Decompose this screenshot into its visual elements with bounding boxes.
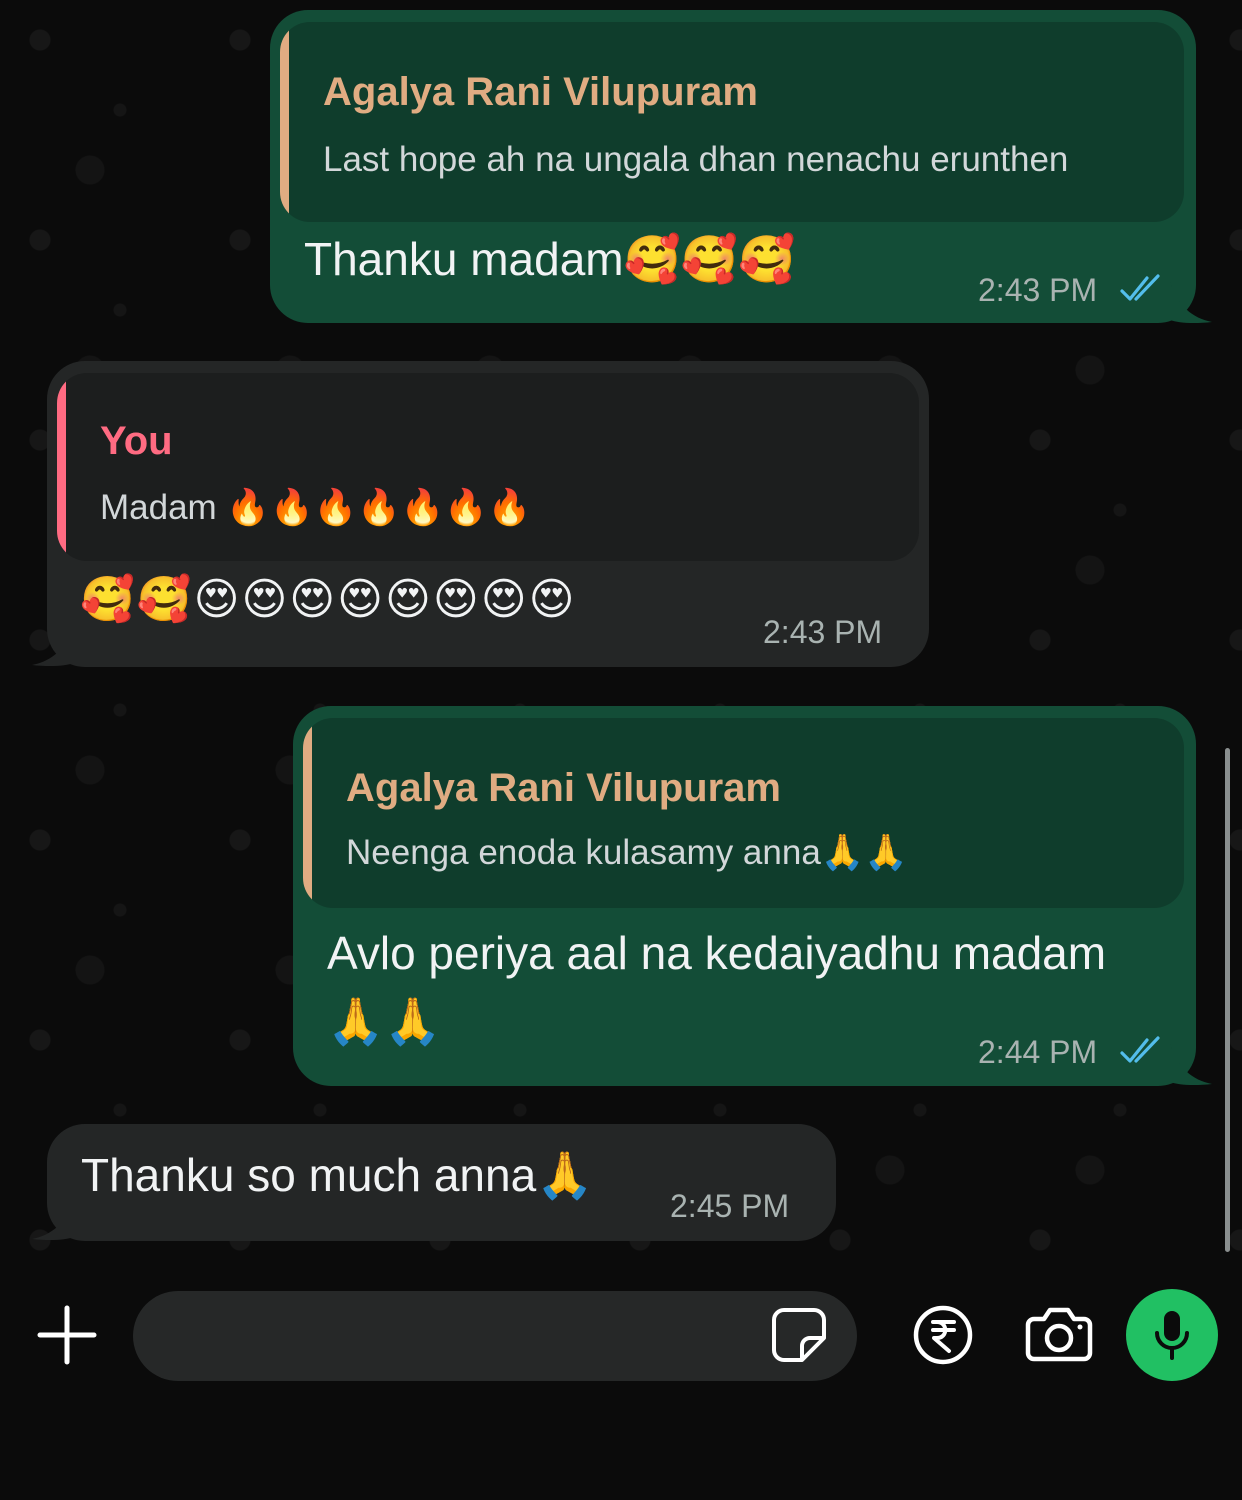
- quote-text: Neenga enoda kulasamy anna🙏🙏: [346, 833, 908, 872]
- scrollbar[interactable]: [1225, 748, 1230, 1252]
- quoted-message[interactable]: Agalya Rani Vilupuram Last hope ah na un…: [280, 22, 1184, 222]
- message-bubble-incoming[interactable]: Thanku so much anna🙏 2:45 PM: [47, 1124, 836, 1241]
- rupee-payment-icon[interactable]: [912, 1304, 974, 1366]
- plus-icon[interactable]: [36, 1304, 98, 1366]
- read-ticks-icon: [1120, 1036, 1160, 1063]
- message-bubble-outgoing[interactable]: Agalya Rani Vilupuram Neenga enoda kulas…: [293, 706, 1196, 1086]
- microphone-icon: [1155, 1311, 1189, 1360]
- bubble-tail: [32, 625, 74, 667]
- read-ticks-icon: [1120, 274, 1160, 301]
- message-text-line-2: 🙏🙏: [327, 995, 442, 1047]
- mic-button[interactable]: [1126, 1289, 1218, 1381]
- quote-bar: [57, 373, 66, 561]
- message-time: 2:44 PM: [978, 1034, 1098, 1070]
- quoted-message[interactable]: You Madam 🔥🔥🔥🔥🔥🔥🔥: [57, 373, 919, 561]
- message-text: Thanku so much anna🙏: [81, 1149, 594, 1201]
- quote-sender-name: Agalya Rani Vilupuram: [346, 766, 781, 810]
- message-bubble-incoming[interactable]: You Madam 🔥🔥🔥🔥🔥🔥🔥 🥰🥰😍😍😍😍😍😍😍😍 2:43 PM: [47, 361, 929, 667]
- message-bubble-outgoing[interactable]: Agalya Rani Vilupuram Last hope ah na un…: [270, 10, 1196, 323]
- sticker-icon[interactable]: [770, 1306, 828, 1364]
- camera-icon[interactable]: [1024, 1305, 1094, 1363]
- message-text: 🥰🥰😍😍😍😍😍😍😍😍: [80, 575, 577, 624]
- bubble-tail: [1170, 282, 1212, 324]
- quote-text: Last hope ah na ungala dhan nenachu erun…: [323, 140, 1069, 179]
- quote-text: Madam 🔥🔥🔥🔥🔥🔥🔥: [100, 488, 532, 527]
- chat-area: Agalya Rani Vilupuram Last hope ah na un…: [0, 0, 1242, 1262]
- bubble-tail: [1170, 1044, 1212, 1086]
- bubble-tail: [32, 1199, 74, 1241]
- message-time: 2:43 PM: [763, 614, 883, 650]
- quote-sender-name: You: [100, 419, 173, 463]
- quoted-message[interactable]: Agalya Rani Vilupuram Neenga enoda kulas…: [303, 718, 1184, 908]
- quote-bar: [280, 22, 289, 222]
- quote-sender-name: Agalya Rani Vilupuram: [323, 70, 758, 114]
- message-time: 2:43 PM: [978, 272, 1098, 308]
- message-text: Thanku madam🥰🥰🥰: [304, 233, 796, 285]
- message-input[interactable]: [133, 1291, 857, 1381]
- quote-bar: [303, 718, 312, 908]
- message-text: Avlo periya aal na kedaiyadhu madam: [327, 927, 1107, 979]
- message-time: 2:45 PM: [670, 1188, 790, 1224]
